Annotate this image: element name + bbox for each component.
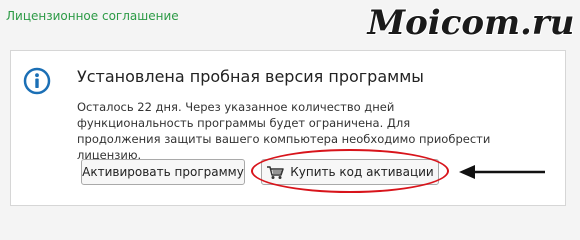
info-icon [23,67,51,95]
cart-icon [267,166,285,179]
buy-activation-code-label: Купить код активации [290,165,434,179]
activate-program-button[interactable]: Активировать программу [81,159,245,185]
activate-program-label: Активировать программу [82,165,244,179]
panel-title: Установлена пробная версия программы [77,67,424,86]
buy-activation-code-button[interactable]: Купить код активации [261,159,439,185]
license-agreement-link[interactable]: Лицензионное соглашение [6,9,179,23]
arrow-left-icon [459,165,545,179]
watermark-text: Moicom.ru [366,3,574,43]
panel-description: Осталось 22 дня. Через указанное количес… [77,100,491,162]
site-watermark: Moicom.ru [366,2,576,44]
trial-notification-panel: Установлена пробная версия программы Ост… [10,50,566,206]
